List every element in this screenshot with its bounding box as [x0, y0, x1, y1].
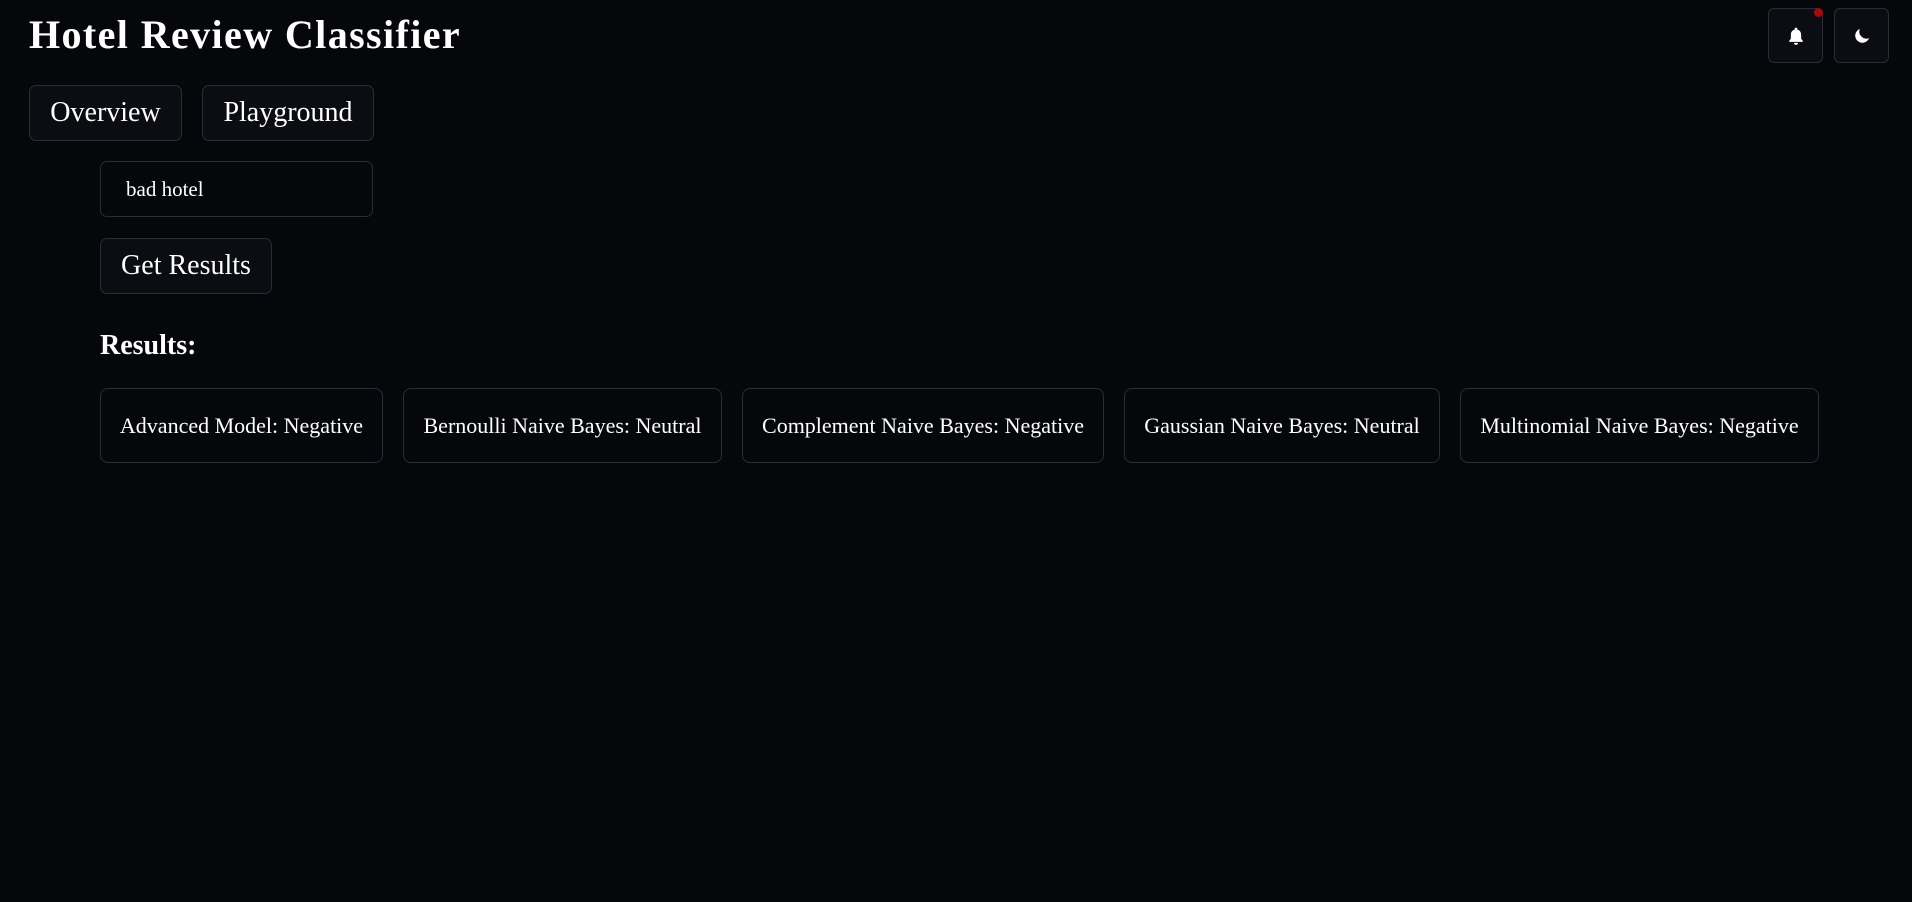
review-input[interactable] — [100, 161, 373, 217]
theme-toggle-button[interactable] — [1834, 8, 1889, 63]
results-heading: Results: — [100, 330, 197, 361]
result-card-bernoulli-nb: Bernoulli Naive Bayes: Neutral — [403, 388, 722, 463]
tab-overview[interactable]: Overview — [29, 85, 182, 141]
get-results-button[interactable]: Get Results — [100, 238, 272, 294]
bell-icon — [1788, 27, 1803, 45]
notification-dot — [1814, 8, 1823, 17]
moon-icon — [1854, 28, 1869, 43]
result-card-multinomial-nb: Multinomial Naive Bayes: Negative — [1460, 388, 1819, 463]
tab-playground[interactable]: Playground — [202, 85, 374, 141]
result-card-gaussian-nb: Gaussian Naive Bayes: Neutral — [1124, 388, 1440, 463]
notifications-button[interactable] — [1768, 8, 1823, 63]
result-card-complement-nb: Complement Naive Bayes: Negative — [742, 388, 1104, 463]
app-root: Hotel Review Classifier Overview Playgro… — [0, 0, 1912, 902]
page-title: Hotel Review Classifier — [29, 12, 462, 57]
result-card-advanced-model: Advanced Model: Negative — [100, 388, 383, 463]
